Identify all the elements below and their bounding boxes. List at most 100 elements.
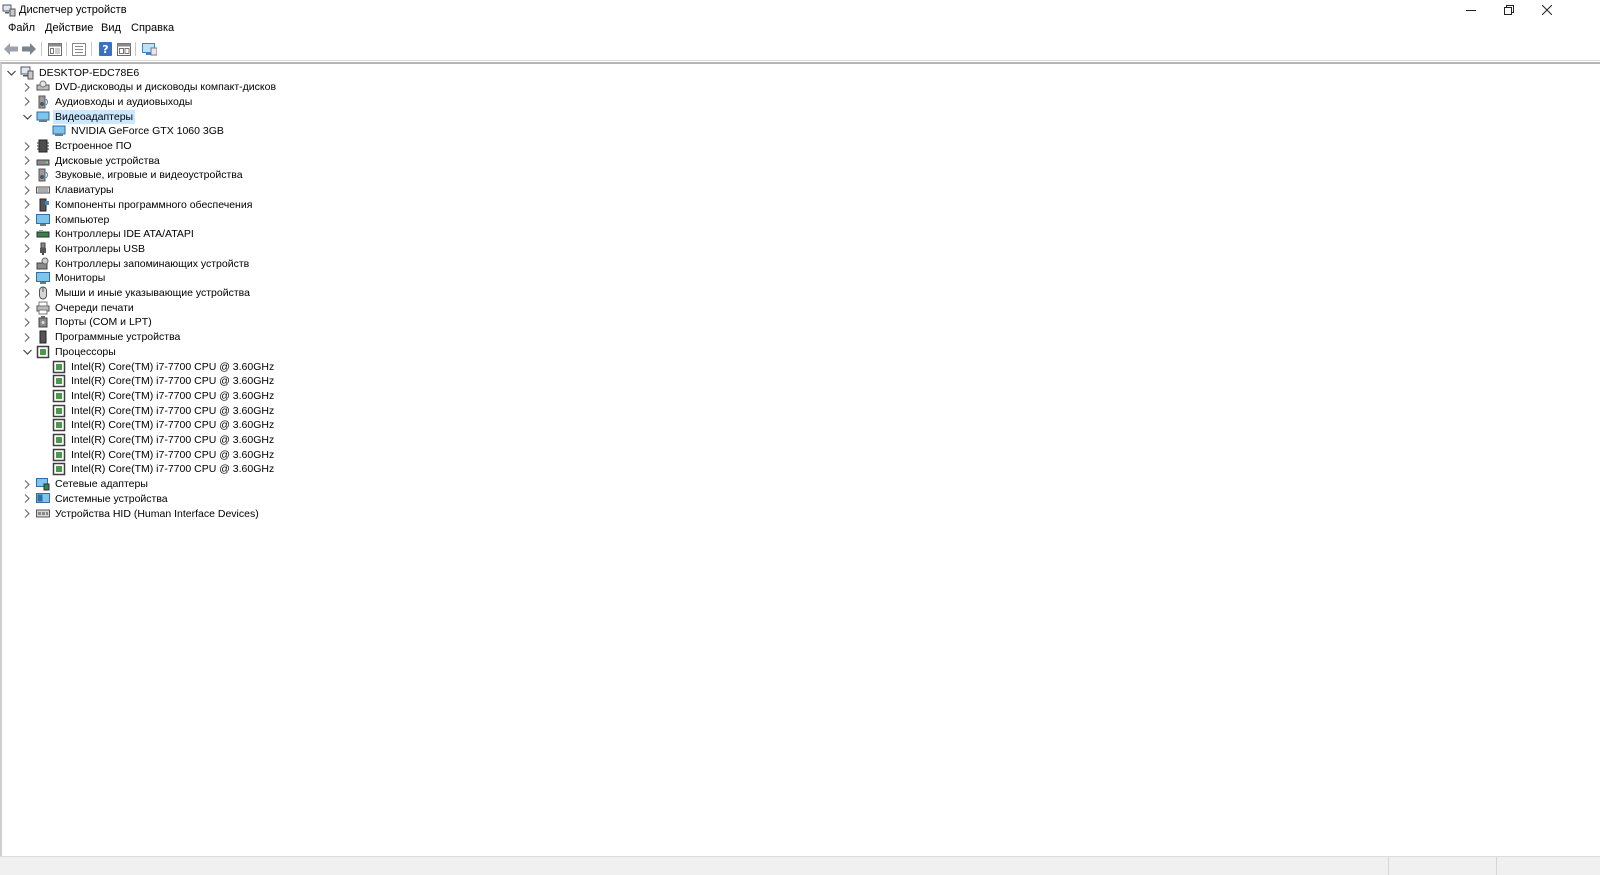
- storage-controller-icon: [36, 257, 50, 271]
- chevron-right-icon[interactable]: [21, 212, 33, 227]
- tree-category[interactable]: DVD-дисководы и дисководы компакт-дисков: [21, 80, 278, 95]
- chevron-right-icon[interactable]: [21, 227, 33, 242]
- view-icon: [117, 42, 131, 56]
- chevron-down-icon[interactable]: [5, 65, 17, 80]
- monitor-icon: [141, 42, 157, 55]
- tree-device[interactable]: NVIDIA GeForce GTX 1060 3GB: [37, 124, 226, 139]
- tree-item-label: Клавиатуры: [55, 184, 114, 197]
- tree-category[interactable]: Очереди печати: [21, 300, 136, 315]
- tree-device[interactable]: Intel(R) Core(TM) i7-7700 CPU @ 3.60GHz: [37, 433, 276, 448]
- tree-item-label: Дисковые устройства: [55, 154, 160, 167]
- properties-button[interactable]: [47, 41, 63, 57]
- tree-item-label: Мыши и иные указывающие устройства: [55, 287, 250, 299]
- tree-category[interactable]: Контроллеры запоминающих устройств: [21, 256, 251, 271]
- help-button[interactable]: ?: [97, 41, 113, 57]
- device-tree[interactable]: DESKTOP-EDC78E6 DVD-дисководы и дисководы…: [0, 62, 1600, 856]
- tree-category[interactable]: Системные устройства: [21, 491, 170, 506]
- tree-category[interactable]: Встроенное ПО: [21, 139, 134, 154]
- back-arrow-icon: [4, 43, 18, 55]
- chevron-right-icon[interactable]: [21, 153, 33, 168]
- chevron-right-icon[interactable]: [21, 286, 33, 301]
- help-icon: ?: [98, 42, 112, 56]
- tree-item-label: Порты (COM и LPT): [55, 316, 152, 329]
- view-button[interactable]: [116, 41, 132, 57]
- tree-item-label: Intel(R) Core(TM) i7-7700 CPU @ 3.60GHz: [71, 404, 275, 417]
- tree-item-label: Системные устройства: [55, 492, 168, 505]
- chevron-right-icon[interactable]: [21, 315, 33, 330]
- tree-device[interactable]: Intel(R) Core(TM) i7-7700 CPU @ 3.60GHz: [37, 418, 276, 433]
- tree-item-label: NVIDIA GeForce GTX 1060 3GB: [71, 125, 224, 138]
- chevron-right-icon[interactable]: [21, 139, 33, 154]
- list-icon: [72, 42, 86, 56]
- mouse-icon: [36, 286, 50, 300]
- chevron-right-icon[interactable]: [21, 256, 33, 271]
- menu-file[interactable]: Файл: [6, 22, 37, 34]
- tree-device[interactable]: Intel(R) Core(TM) i7-7700 CPU @ 3.60GHz: [37, 359, 276, 374]
- display-adapter-icon: [52, 124, 66, 138]
- tree-item-label: Сетевые адаптеры: [55, 478, 148, 491]
- chevron-right-icon[interactable]: [21, 491, 33, 506]
- tree-category[interactable]: Сетевые адаптеры: [21, 477, 150, 492]
- tree-category[interactable]: Программные устройства: [21, 330, 182, 345]
- tree-device[interactable]: Intel(R) Core(TM) i7-7700 CPU @ 3.60GHz: [37, 403, 276, 418]
- chevron-down-icon[interactable]: [21, 109, 33, 124]
- close-button[interactable]: [1528, 0, 1566, 20]
- processor-icon: [52, 360, 66, 374]
- tree-category[interactable]: Компоненты программного обеспечения: [21, 197, 254, 212]
- chevron-right-icon[interactable]: [21, 477, 33, 492]
- tree-category[interactable]: Мыши и иные указывающие устройства: [21, 286, 252, 301]
- tree-device[interactable]: Intel(R) Core(TM) i7-7700 CPU @ 3.60GHz: [37, 388, 276, 403]
- chevron-right-icon[interactable]: [21, 271, 33, 286]
- tree-category[interactable]: Порты (COM и LPT): [21, 315, 154, 330]
- tree-root[interactable]: DESKTOP-EDC78E6: [5, 65, 141, 80]
- network-adapter-icon: [36, 477, 50, 491]
- menu-view[interactable]: Вид: [99, 22, 123, 34]
- chevron-right-icon[interactable]: [21, 241, 33, 256]
- chevron-right-icon[interactable]: [21, 168, 33, 183]
- forward-button[interactable]: [21, 41, 37, 57]
- tree-item-label: Очереди печати: [55, 301, 134, 314]
- tree-category[interactable]: Дисковые устройства: [21, 153, 162, 168]
- menu-help[interactable]: Справка: [129, 22, 176, 34]
- tree-item-label: Intel(R) Core(TM) i7-7700 CPU @ 3.60GHz: [71, 375, 275, 388]
- scan-hardware-button[interactable]: [141, 41, 157, 57]
- chevron-right-icon[interactable]: [21, 300, 33, 315]
- toolbar-separator: [41, 42, 42, 56]
- minimize-button[interactable]: [1452, 0, 1490, 20]
- chevron-right-icon[interactable]: [21, 506, 33, 521]
- tree-item-label: Процессоры: [55, 345, 116, 358]
- tree-device[interactable]: Intel(R) Core(TM) i7-7700 CPU @ 3.60GHz: [37, 462, 276, 477]
- disk-icon: [36, 154, 50, 168]
- chevron-right-icon[interactable]: [21, 94, 33, 109]
- tree-device[interactable]: Intel(R) Core(TM) i7-7700 CPU @ 3.60GHz: [37, 447, 276, 462]
- chevron-right-icon[interactable]: [21, 330, 33, 345]
- chevron-right-icon[interactable]: [21, 197, 33, 212]
- tree-category[interactable]: Контроллеры IDE ATA/ATAPI: [21, 227, 196, 242]
- chevron-right-icon[interactable]: [21, 80, 33, 95]
- tree-category[interactable]: Контроллеры USB: [21, 241, 147, 256]
- tree-category[interactable]: Видеоадаптеры: [21, 109, 136, 124]
- menu-action[interactable]: Действие: [43, 22, 95, 34]
- tree-category[interactable]: Аудиовходы и аудиовыходы: [21, 94, 194, 109]
- tree-category[interactable]: Клавиатуры: [21, 183, 116, 198]
- tree-category[interactable]: Устройства HID (Human Interface Devices): [21, 506, 261, 521]
- processor-icon: [52, 374, 66, 388]
- tree-category[interactable]: Звуковые, игровые и видеоустройства: [21, 168, 245, 183]
- tree-category[interactable]: Компьютер: [21, 212, 111, 227]
- tree-category[interactable]: Мониторы: [21, 271, 107, 286]
- list-button[interactable]: [71, 41, 87, 57]
- tree-category[interactable]: Процессоры: [21, 344, 118, 359]
- back-button[interactable]: [3, 41, 19, 57]
- chevron-down-icon[interactable]: [21, 344, 33, 359]
- keyboard-icon: [36, 183, 50, 197]
- title-bar: Диспетчер устройств: [0, 0, 1600, 20]
- tree-device[interactable]: Intel(R) Core(TM) i7-7700 CPU @ 3.60GHz: [37, 374, 276, 389]
- tree-item-label: Программные устройства: [55, 331, 181, 344]
- tree-item-label: Встроенное ПО: [55, 140, 132, 152]
- chevron-right-icon[interactable]: [21, 183, 33, 198]
- restore-button[interactable]: [1490, 0, 1528, 20]
